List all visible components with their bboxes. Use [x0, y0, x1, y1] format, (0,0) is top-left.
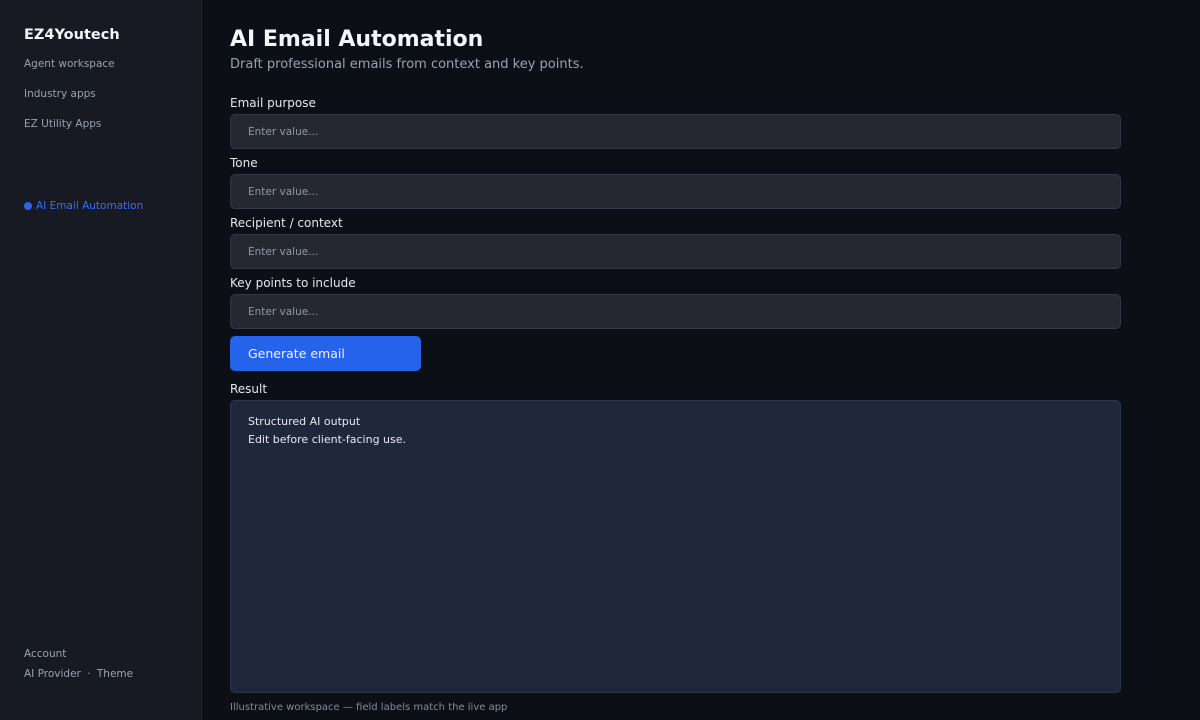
- active-dot-icon: [24, 202, 32, 210]
- theme-link[interactable]: Theme: [97, 668, 133, 680]
- brand-logo: EZ4Youtech: [24, 27, 120, 43]
- email-purpose-label: Email purpose: [230, 96, 316, 110]
- email-purpose-input[interactable]: [230, 114, 1121, 149]
- key-points-label: Key points to include: [230, 276, 356, 290]
- result-label: Result: [230, 382, 268, 396]
- page-subtitle: Draft professional emails from context a…: [230, 57, 584, 72]
- footer-caption: Illustrative workspace — field labels ma…: [230, 702, 508, 713]
- account-link[interactable]: Account: [24, 648, 66, 660]
- footer-separator: ·: [87, 668, 91, 680]
- footer-settings: AI Provider · Theme: [24, 668, 133, 680]
- page-title: AI Email Automation: [230, 27, 484, 52]
- result-line-2: Edit before client-facing use.: [248, 433, 407, 446]
- sidebar: EZ4Youtech Agent workspace Industry apps…: [0, 0, 202, 720]
- result-line-1: Structured AI output: [248, 415, 361, 428]
- nav-item-agent-workspace[interactable]: Agent workspace: [24, 58, 115, 70]
- recipient-context-input[interactable]: [230, 234, 1121, 269]
- nav-item-ez-utility-apps[interactable]: EZ Utility Apps: [24, 118, 101, 130]
- nav-item-ai-email-automation[interactable]: AI Email Automation: [24, 200, 143, 212]
- generate-email-button[interactable]: Generate email: [230, 336, 421, 371]
- recipient-context-label: Recipient / context: [230, 216, 343, 230]
- tone-label: Tone: [230, 156, 258, 170]
- nav-item-label: AI Email Automation: [36, 200, 144, 212]
- nav-item-industry-apps[interactable]: Industry apps: [24, 88, 96, 100]
- tone-input[interactable]: [230, 174, 1121, 209]
- key-points-input[interactable]: [230, 294, 1121, 329]
- ai-provider-link[interactable]: AI Provider: [24, 668, 81, 680]
- result-output[interactable]: Structured AI output Edit before client-…: [230, 400, 1121, 693]
